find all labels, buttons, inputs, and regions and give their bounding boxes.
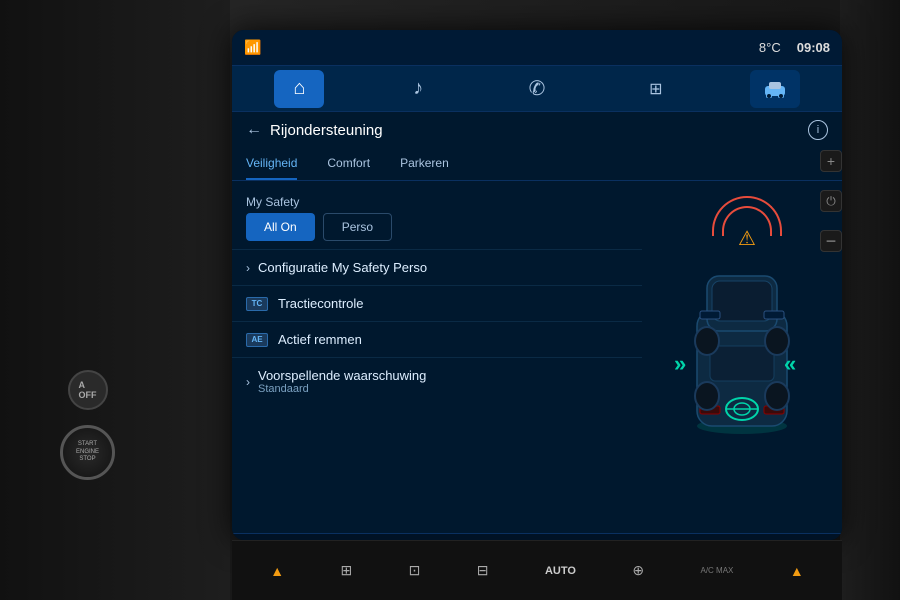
back-button[interactable]: ← <box>246 121 262 139</box>
media-button[interactable]: ⊕ <box>632 562 644 579</box>
main-content: My Safety All On Perso › Configuratie My… <box>232 181 842 533</box>
tab-bar: Veiligheid Comfort Parkeren <box>232 148 842 181</box>
tab-parkeren[interactable]: Parkeren <box>400 148 449 180</box>
signal-icon: 📶 <box>244 39 261 56</box>
hazard-right-button[interactable]: ▲ <box>790 563 804 579</box>
nav-music[interactable]: ♪ <box>393 70 443 108</box>
nav-phone[interactable]: ✆ <box>512 70 562 108</box>
nav-bar: ⌂ ♪ ✆ ⊞ <box>232 66 842 112</box>
dashboard: AOFF STARTENGINESTOP + ⏻ − 📶 8°C 09:08 <box>0 0 900 600</box>
nav-car[interactable] <box>750 70 800 108</box>
voorspellende-text: Voorspellende waarschuwing Standaard <box>258 368 426 395</box>
status-bar: 📶 8°C 09:08 <box>232 30 842 66</box>
voorspellende-label: Voorspellende waarschuwing <box>258 368 426 383</box>
page-title: Rijondersteuning <box>270 122 808 139</box>
right-dashboard <box>840 0 900 600</box>
title-bar: ← Rijondersteuning i <box>232 112 842 148</box>
info-button[interactable]: i <box>808 120 828 140</box>
a-off-button[interactable]: AOFF <box>68 370 108 410</box>
nav-apps[interactable]: ⊞ <box>631 70 681 108</box>
start-stop-area: AOFF STARTENGINESTOP <box>60 370 115 480</box>
tractiecontrole-label: Tractiecontrole <box>278 296 628 311</box>
actief-remmen-menu-item[interactable]: AE Actief remmen <box>232 321 642 357</box>
tractiecontrole-menu-item[interactable]: TC Tractiecontrole <box>232 285 642 321</box>
physical-bottom-bar: ▲ ⊞ ⊡ ⊟ AUTO ⊕ A/C MAX ▲ <box>232 540 842 600</box>
remmen-icon: AE <box>246 333 268 347</box>
hazard-button[interactable]: ▲ <box>270 563 284 579</box>
fan-button[interactable]: ⊡ <box>409 562 421 579</box>
perso-button[interactable]: Perso <box>323 213 392 241</box>
svg-text:«: « <box>784 351 796 376</box>
status-left: 📶 <box>244 39 261 56</box>
volume-plus-button[interactable]: + <box>820 150 842 172</box>
tab-comfort[interactable]: Comfort <box>327 148 370 180</box>
voorspellende-sublabel: Standaard <box>258 383 426 395</box>
voorspellende-menu-item[interactable]: › Voorspellende waarschuwing Standaard <box>232 357 642 405</box>
power-button[interactable]: ⏻ <box>820 190 842 212</box>
configuratie-label: Configuratie My Safety Perso <box>258 260 628 275</box>
configuratie-menu-item[interactable]: › Configuratie My Safety Perso <box>232 249 642 285</box>
my-safety-label: My Safety <box>232 189 642 213</box>
tab-veiligheid[interactable]: Veiligheid <box>246 148 297 180</box>
status-right: 8°C 09:08 <box>759 40 830 55</box>
time-display: 09:08 <box>797 40 830 55</box>
all-on-button[interactable]: All On <box>246 213 315 241</box>
main-screen: 📶 8°C 09:08 ⌂ ♪ ✆ ⊞ ← <box>232 30 842 540</box>
chevron-right-icon: › <box>246 261 250 275</box>
start-engine-button[interactable]: STARTENGINESTOP <box>60 425 115 480</box>
left-dashboard: AOFF STARTENGINESTOP <box>0 0 230 600</box>
actief-remmen-label: Actief remmen <box>278 332 628 347</box>
my-safety-buttons: All On Perso <box>232 213 642 249</box>
seat-heat-button[interactable]: ⊟ <box>477 562 489 579</box>
ac-max-button[interactable]: A/C MAX <box>701 566 734 575</box>
chevron-right-icon2: › <box>246 375 250 389</box>
bottom-bar: — °C 🌀 ❄ ⊞ A/C 🪑 🎯 〜 — °C <box>232 533 842 540</box>
auto-button[interactable]: AUTO <box>545 565 576 577</box>
nav-home[interactable]: ⌂ <box>274 70 324 108</box>
defrost-button[interactable]: ⊞ <box>340 562 352 579</box>
volume-minus-button[interactable]: − <box>820 230 842 252</box>
left-panel: My Safety All On Perso › Configuratie My… <box>232 181 642 533</box>
svg-text:»: » <box>674 351 686 376</box>
car-visualization: ⚠ <box>642 181 842 533</box>
tractie-icon: TC <box>246 297 268 311</box>
temperature-display: 8°C <box>759 40 781 55</box>
